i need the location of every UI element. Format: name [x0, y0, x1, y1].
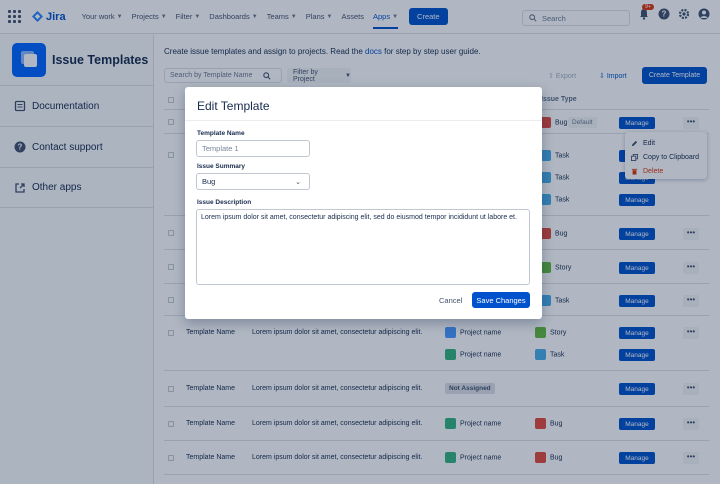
template-name-label: Template Name [197, 130, 245, 137]
template-name-input[interactable]: Template 1 [196, 140, 310, 157]
modal-divider [185, 120, 542, 121]
issue-description-label: Issue Description [197, 199, 252, 206]
save-changes-button[interactable]: Save Changes [472, 292, 530, 308]
chevron-down-icon: ⌄ [295, 179, 301, 186]
issue-description-textarea[interactable]: Lorem ipsum dolor sit amet, consectetur … [196, 209, 530, 285]
cancel-button[interactable]: Cancel [439, 296, 462, 305]
edit-template-modal: Edit Template Template Name Template 1 I… [185, 87, 542, 319]
issue-description-value: Lorem ipsum dolor sit amet, consectetur … [201, 214, 517, 221]
issue-summary-value: Bug [202, 177, 216, 186]
modal-title: Edit Template [197, 99, 270, 113]
issue-summary-label: Issue Summary [197, 163, 246, 170]
issue-summary-select[interactable]: Bug ⌄ [196, 173, 310, 190]
template-name-placeholder: Template 1 [202, 144, 239, 153]
